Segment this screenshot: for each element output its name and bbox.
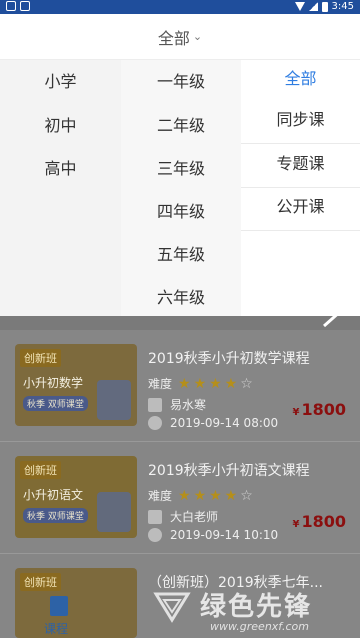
type-option-all[interactable]: 全部 (241, 60, 360, 100)
grade-option[interactable]: 三年级 (121, 155, 241, 179)
clock-icon (148, 416, 162, 430)
currency-symbol: ¥ (292, 407, 300, 418)
filter-panel: 小学 初中 高中 一年级 二年级 三年级 四年级 五年级 六年级 全部 同步课 … (0, 60, 360, 316)
thumb-title: 小升初数学 (23, 376, 84, 390)
course-thumbnail: 创新班 小升初语文 秋季 双师课堂 (15, 456, 137, 538)
status-time: 3:45 (331, 1, 354, 12)
battery-icon (321, 1, 328, 12)
grade-option[interactable]: 五年级 (121, 241, 241, 265)
watermark-text: 绿色先锋 (200, 592, 313, 622)
course-card[interactable]: 创新班 小升初语文 秋季 双师课堂 2019秋季小升初语文课程 难度 ★★★★☆… (0, 442, 360, 554)
course-difficulty: 难度 ★★★★☆ (148, 487, 256, 504)
tab-course[interactable]: 课程 (44, 620, 68, 637)
status-bar: 3:45 (0, 0, 360, 14)
type-option[interactable]: 专题课 (241, 145, 360, 188)
watermark-logo-icon (153, 592, 191, 623)
course-thumbnail: 创新班 小升初数学 秋季 双师课堂 (15, 344, 137, 426)
person-icon (148, 509, 162, 524)
course-price: ¥1800 (293, 400, 347, 419)
thumb-tag: 创新班 (20, 573, 61, 591)
stage-option[interactable]: 初中 (0, 112, 121, 136)
person-icon (148, 397, 162, 412)
teacher-name: 易水寒 (170, 398, 207, 412)
course-title: 2019秋季小升初数学课程 (148, 351, 310, 367)
stage-option[interactable]: 小学 (0, 68, 121, 92)
watermark-url: www.greenxf.com (210, 620, 309, 633)
difficulty-label: 难度 (148, 489, 173, 503)
price-value: 1800 (301, 400, 346, 419)
type-column: 全部 同步课 专题课 公开课 (241, 60, 360, 316)
difficulty-label: 难度 (148, 377, 173, 391)
clock-icon (148, 528, 162, 542)
course-difficulty: 难度 ★★★★☆ (148, 375, 256, 392)
thumb-illustration (97, 380, 131, 420)
thumb-subtitle: 秋季 双师课堂 (23, 396, 88, 411)
teacher-name: 大白老师 (170, 510, 219, 524)
time-value: 2019-09-14 10:10 (170, 528, 279, 542)
course-card[interactable]: 创新班 小升初数学 秋季 双师课堂 2019秋季小升初数学课程 难度 ★★★★☆… (0, 330, 360, 442)
course-time: 2019-09-14 10:10 (148, 528, 278, 542)
type-option[interactable]: 公开课 (241, 188, 360, 231)
course-teacher: 大白老师 (148, 508, 218, 525)
course-title: 2019秋季小升初语文课程 (148, 463, 310, 479)
app-notification-icon (20, 1, 30, 11)
course-price: ¥1800 (293, 512, 347, 531)
type-option[interactable]: 同步课 (241, 101, 360, 144)
course-time: 2019-09-14 08:00 (148, 416, 278, 430)
stage-column: 小学 初中 高中 (0, 60, 121, 316)
stage-option[interactable]: 高中 (0, 155, 121, 179)
grade-option[interactable]: 四年级 (121, 198, 241, 222)
price-value: 1800 (301, 512, 346, 531)
filter-title: 全部 (157, 28, 190, 48)
signal-icon (308, 2, 318, 11)
home-notification-icon (6, 1, 16, 11)
grade-option[interactable]: 二年级 (121, 112, 241, 136)
grade-option[interactable]: 一年级 (121, 68, 241, 92)
filter-header[interactable]: 全部 ⌄ (0, 14, 360, 60)
wifi-icon (294, 2, 305, 11)
thumb-subtitle: 秋季 双师课堂 (23, 508, 88, 523)
thumb-tag: 创新班 (20, 461, 61, 479)
thumb-tag: 创新班 (20, 349, 61, 367)
currency-symbol: ¥ (292, 519, 300, 530)
time-value: 2019-09-14 08:00 (170, 416, 279, 430)
grade-column: 一年级 二年级 三年级 四年级 五年级 六年级 (121, 60, 241, 316)
course-teacher: 易水寒 (148, 396, 206, 413)
course-tab-icon[interactable] (50, 596, 68, 616)
thumb-illustration (97, 492, 131, 532)
thumb-title: 小升初语文 (23, 488, 84, 502)
rating-stars: ★★★★☆ (178, 487, 256, 504)
rating-stars: ★★★★☆ (178, 375, 256, 392)
grade-option[interactable]: 六年级 (121, 284, 241, 308)
chevron-right-icon[interactable] (318, 290, 348, 330)
chevron-down-icon: ⌄ (192, 30, 203, 43)
watermark: 绿色先锋 www.greenxf.com (150, 580, 360, 638)
